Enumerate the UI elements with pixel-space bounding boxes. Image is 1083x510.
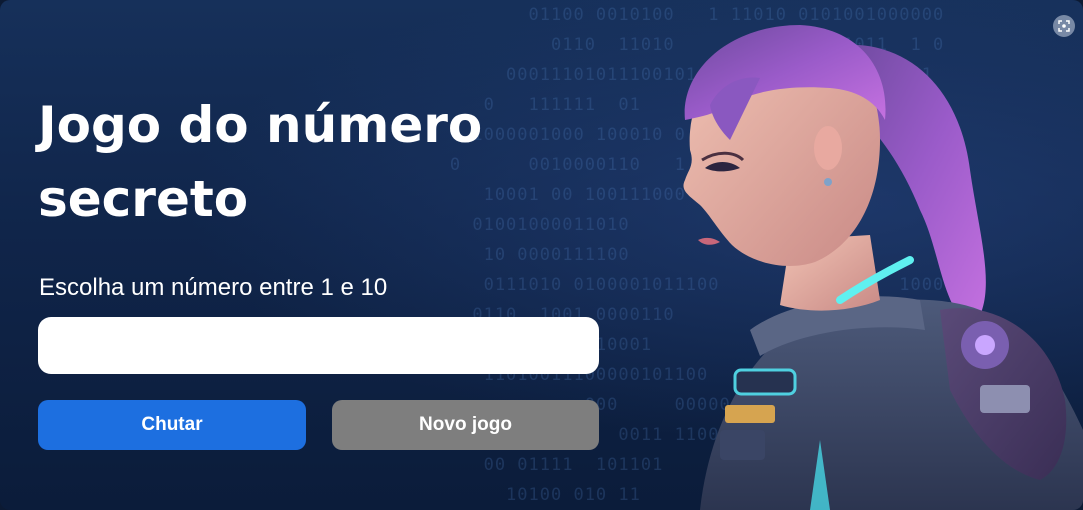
game-panel: 01100 0010100 1 11010 0101001000000 0110…	[0, 0, 1083, 510]
guess-input[interactable]	[38, 317, 599, 374]
new-game-button[interactable]: Novo jogo	[332, 400, 599, 450]
robot-woman-illustration	[683, 25, 1083, 510]
fullscreen-icon[interactable]	[1053, 15, 1075, 37]
guess-button[interactable]: Chutar	[38, 400, 306, 450]
page-title: Jogo do número secreto	[38, 96, 483, 228]
prompt-label: Escolha um número entre 1 e 10	[39, 274, 388, 301]
